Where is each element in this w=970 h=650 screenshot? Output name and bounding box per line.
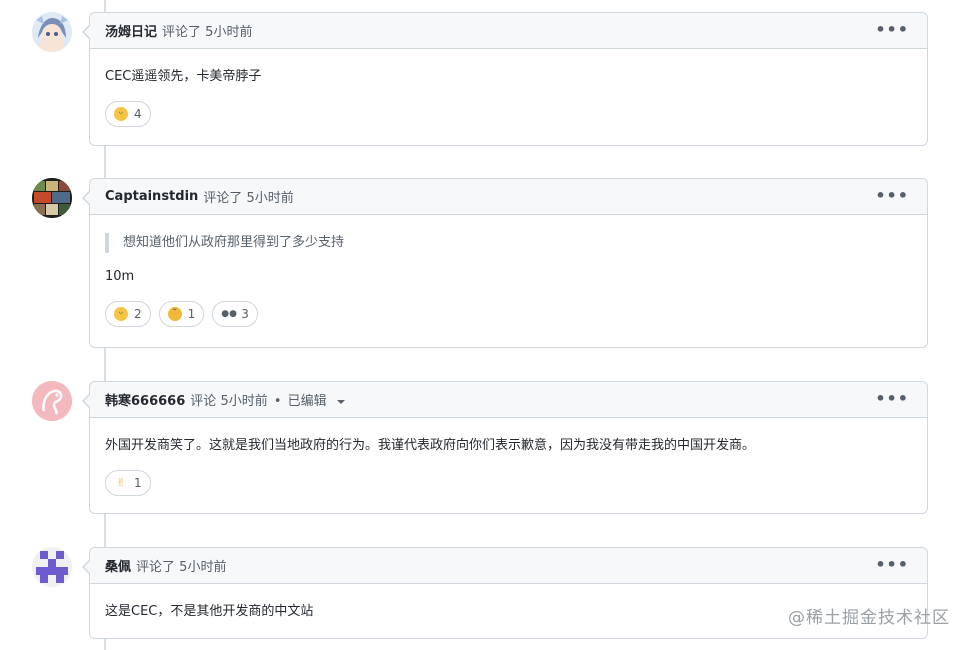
eyes-emoji-icon: ●● bbox=[221, 309, 237, 319]
comment-action: 评论了 bbox=[162, 25, 202, 40]
comment-body: 外国开发商笑了。这就是我们当地政府的行为。我谨代表政府向你们表示歉意，因为我没有… bbox=[90, 418, 927, 510]
comment-action: 评论 bbox=[190, 394, 217, 409]
comment-meta: 评论 5小时前 • 已编辑 bbox=[190, 390, 345, 409]
comment-text: 外国开发商笑了。这就是我们当地政府的行为。我谨代表政府向你们表示歉意，因为我没有… bbox=[105, 438, 756, 453]
comment-meta: 评论了 5小时前 bbox=[162, 21, 252, 40]
comment-meta: 评论了 5小时前 bbox=[136, 556, 226, 575]
comment-time[interactable]: 5小时前 bbox=[179, 560, 226, 575]
comment-time[interactable]: 5小时前 bbox=[220, 394, 267, 409]
comment-action: 评论了 bbox=[203, 191, 243, 206]
comment-action: 评论了 bbox=[136, 560, 176, 575]
comment-author[interactable]: Captainstdin bbox=[105, 189, 198, 204]
edited-label[interactable]: 已编辑 bbox=[288, 394, 327, 409]
confused-emoji-icon: ˜ bbox=[167, 307, 182, 321]
reactions: ᵕ 4 bbox=[105, 101, 912, 127]
laugh-emoji-icon: ᵕ bbox=[114, 307, 128, 321]
reactions: ᵕ 2 ˜ 1 ●● 3 bbox=[105, 301, 912, 327]
reactions: ✌ 1 bbox=[105, 470, 912, 496]
reaction-button[interactable]: ●● 3 bbox=[212, 301, 258, 327]
comment-text: CEC遥遥领先，卡美帝脖子 bbox=[105, 69, 262, 84]
comment-meta: 评论了 5小时前 bbox=[203, 187, 293, 206]
reaction-count: 3 bbox=[241, 307, 249, 321]
reaction-button[interactable]: ˜ 1 bbox=[158, 301, 205, 327]
comment-author[interactable]: 韩寒666666 bbox=[105, 390, 185, 409]
laugh-emoji-icon: ᵕ bbox=[114, 107, 128, 121]
comment-body: 想知道他们从政府那里得到了多少支持 10m ᵕ 2 ˜ 1 ●● 3 bbox=[90, 215, 927, 341]
comment-quote: 想知道他们从政府那里得到了多少支持 bbox=[105, 233, 912, 253]
sketch-avatar-icon bbox=[32, 381, 72, 421]
comment-text: 10m bbox=[105, 269, 135, 284]
kebab-menu-icon[interactable]: ••• bbox=[875, 188, 909, 204]
comment-author[interactable]: 桑佩 bbox=[105, 556, 131, 575]
anime-avatar-icon bbox=[32, 12, 72, 52]
reaction-count: 1 bbox=[187, 307, 196, 321]
reaction-count: 4 bbox=[134, 107, 142, 121]
comment-header: 桑佩 评论了 5小时前 ••• bbox=[90, 548, 927, 584]
comment-author[interactable]: 汤姆日记 bbox=[105, 21, 157, 40]
comment-time[interactable]: 5小时前 bbox=[205, 25, 252, 40]
reaction-count: 2 bbox=[134, 307, 142, 321]
comment-box: Captainstdin 评论了 5小时前 ••• 想知道他们从政府那里得到了多… bbox=[82, 178, 928, 348]
chevron-down-icon[interactable] bbox=[336, 399, 345, 404]
reaction-button[interactable]: ᵕ 4 bbox=[105, 101, 151, 127]
avatar[interactable] bbox=[32, 381, 72, 421]
identicon-avatar-icon bbox=[32, 547, 72, 587]
game-cover-avatar-icon bbox=[32, 178, 72, 218]
avatar[interactable] bbox=[32, 12, 72, 52]
comment-header: Captainstdin 评论了 5小时前 ••• bbox=[90, 179, 927, 215]
separator-dot: • bbox=[273, 394, 282, 409]
comment-time[interactable]: 5小时前 bbox=[246, 191, 293, 206]
comment-body: CEC遥遥领先，卡美帝脖子 ᵕ 4 bbox=[90, 49, 927, 141]
kebab-menu-icon[interactable]: ••• bbox=[875, 557, 909, 573]
kebab-menu-icon[interactable]: ••• bbox=[875, 22, 909, 38]
avatar[interactable] bbox=[32, 547, 72, 587]
reaction-count: 1 bbox=[134, 476, 142, 490]
kebab-menu-icon[interactable]: ••• bbox=[875, 391, 909, 407]
comment-box: 韩寒666666 评论 5小时前 • 已编辑 ••• 外国开发商笑了。这就是我们… bbox=[82, 381, 928, 514]
comment-header: 韩寒666666 评论 5小时前 • 已编辑 ••• bbox=[90, 382, 927, 418]
reaction-button[interactable]: ✌ 1 bbox=[105, 470, 151, 496]
thumbs-up-emoji-icon: ✌ bbox=[116, 476, 126, 489]
reaction-button[interactable]: ᵕ 2 bbox=[105, 301, 151, 327]
comment-header: 汤姆日记 评论了 5小时前 ••• bbox=[90, 13, 927, 49]
avatar[interactable] bbox=[32, 178, 72, 218]
comment-box: 汤姆日记 评论了 5小时前 ••• CEC遥遥领先，卡美帝脖子 ᵕ 4 bbox=[82, 12, 928, 146]
watermark: @稀土掘金技术社区 bbox=[788, 608, 950, 628]
